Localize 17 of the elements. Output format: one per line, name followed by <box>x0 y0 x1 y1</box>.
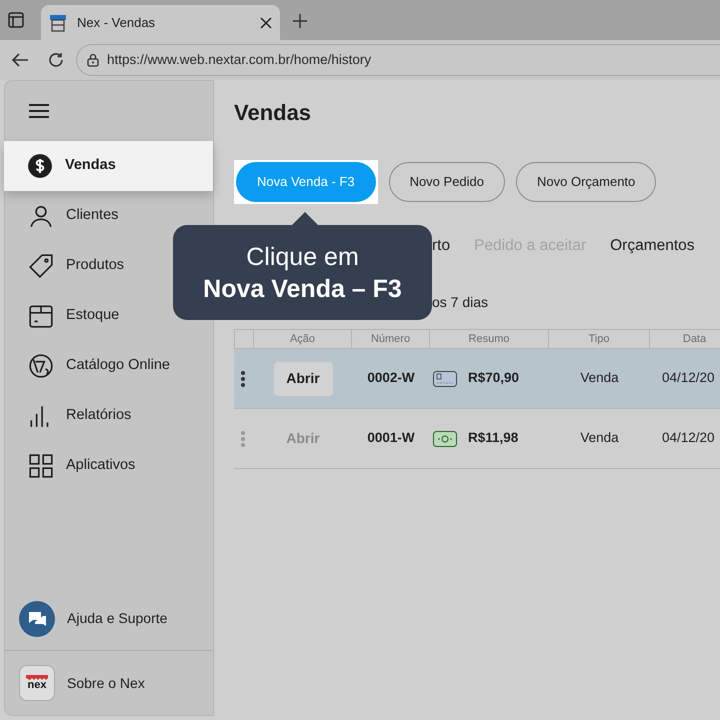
table-cell-text: R$11,98 <box>468 429 518 448</box>
table-cell-text: 04/12/20 <box>661 369 715 388</box>
tab-title: Nex - Vendas <box>77 14 156 32</box>
table-cell-text: 04/12/20 <box>661 429 715 448</box>
column-header: Ação <box>254 330 352 348</box>
table-cell-text: R$70,90 <box>468 369 520 388</box>
column-header: Data <box>650 330 720 348</box>
column-header: Número <box>352 330 430 348</box>
column-header: Resumo <box>430 330 549 348</box>
nex-logo: nex <box>19 665 55 701</box>
url-text: https://www.web.nextar.com.br/home/history <box>107 50 372 69</box>
column-header: Tipo <box>549 330 650 348</box>
page-title: Vendas <box>234 99 312 126</box>
table-cell-text: 0001-W <box>366 429 416 448</box>
table-cell-text: 0002-W <box>366 369 416 388</box>
table-cell-text: Venda <box>579 369 620 388</box>
table-cell-text: Venda <box>579 429 620 448</box>
